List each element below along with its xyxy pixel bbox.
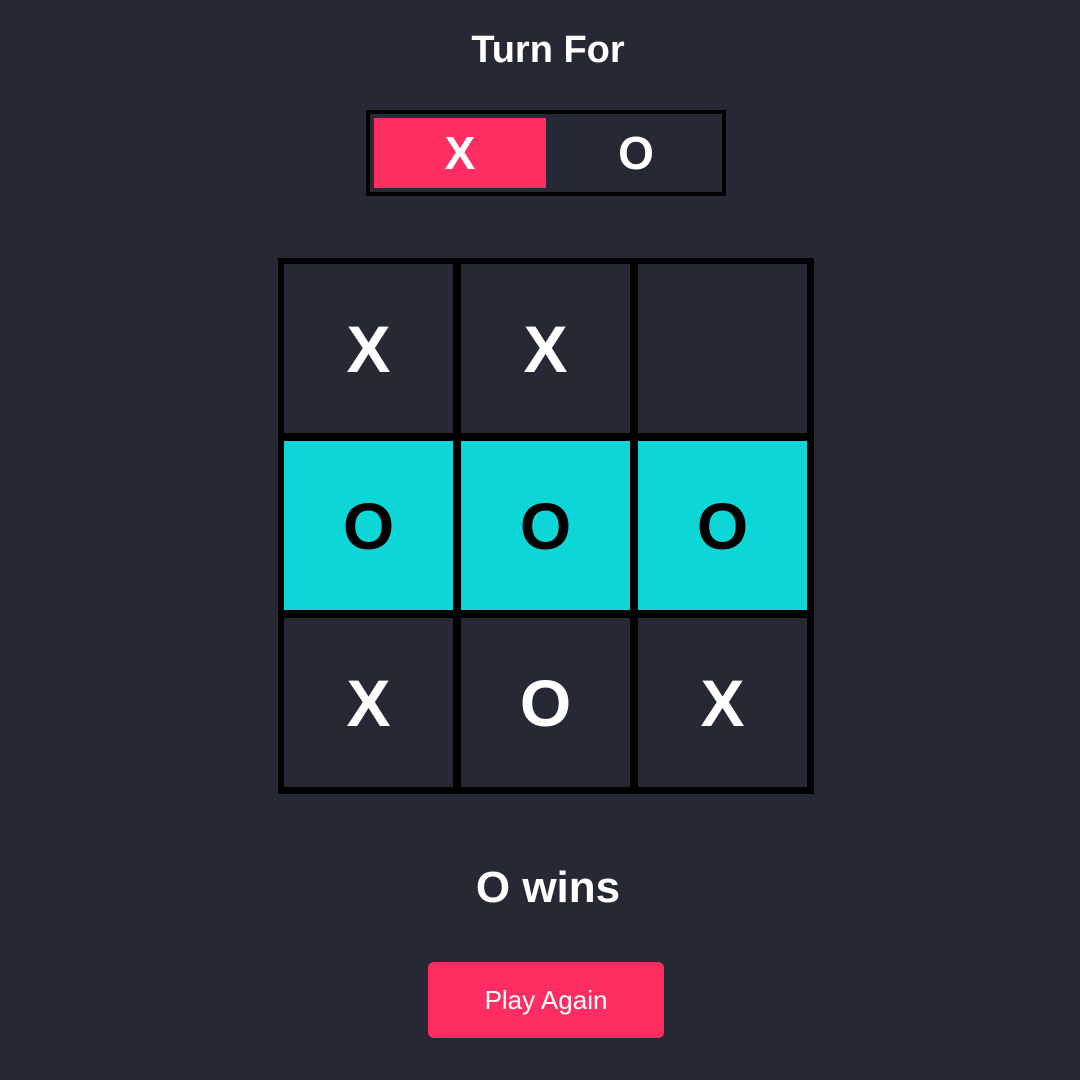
turn-option-o[interactable]: O: [550, 114, 722, 192]
turn-option-x[interactable]: X: [370, 114, 550, 192]
board-cell-3[interactable]: [638, 264, 807, 433]
game-screen: Turn For X O X X O O O X O X O wins Play…: [0, 0, 1080, 1080]
result-message: O wins: [475, 863, 621, 912]
board-cell-1[interactable]: X: [284, 264, 453, 433]
game-board: X X O O O X O X: [278, 258, 814, 794]
board-cell-2[interactable]: X: [461, 264, 630, 433]
board-cell-9[interactable]: X: [638, 618, 807, 787]
board-cell-4[interactable]: O: [284, 441, 453, 610]
play-again-button[interactable]: Play Again: [428, 962, 664, 1038]
board-cell-7[interactable]: X: [284, 618, 453, 787]
turn-indicator: X O: [366, 110, 726, 196]
turn-label: Turn For: [471, 29, 625, 71]
board-cell-5[interactable]: O: [461, 441, 630, 610]
board-cell-6[interactable]: O: [638, 441, 807, 610]
board-cell-8[interactable]: O: [461, 618, 630, 787]
